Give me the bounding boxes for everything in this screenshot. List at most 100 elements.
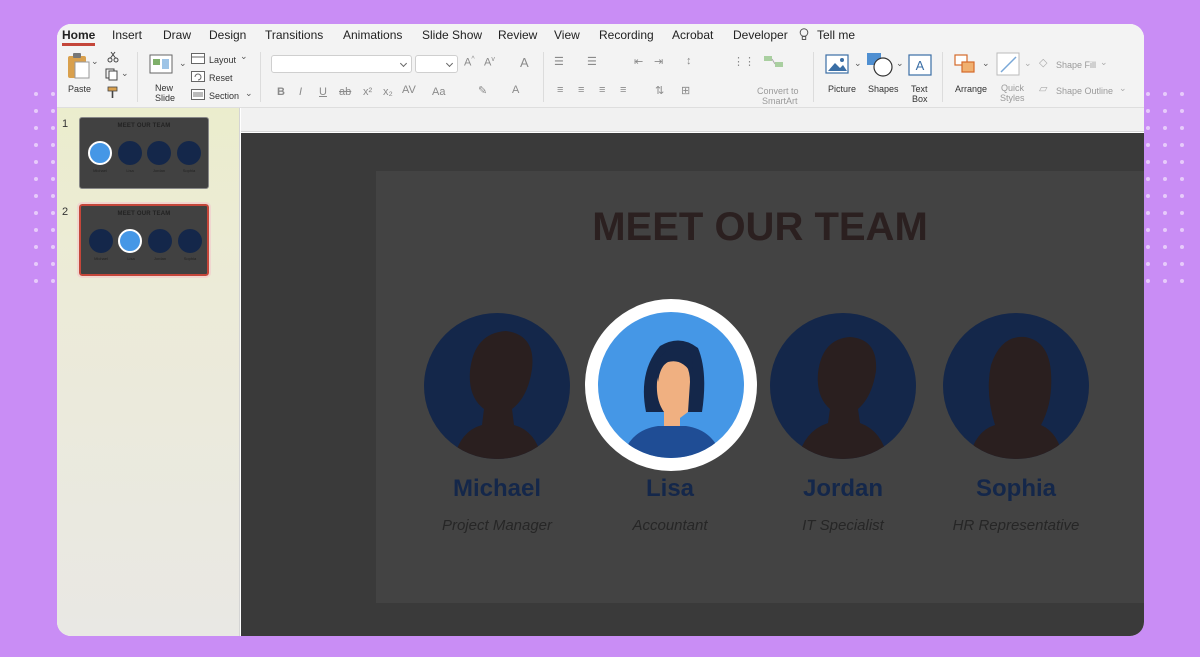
underline-icon[interactable]: U: [319, 86, 327, 98]
member-role: Accountant: [632, 517, 708, 534]
ribbon-tab-bar: Home Insert Draw Design Transitions Anim…: [57, 24, 1144, 46]
picture-label[interactable]: Picture: [828, 84, 856, 94]
font-name-select[interactable]: [271, 55, 412, 73]
font-size-select[interactable]: [415, 55, 458, 73]
strikethrough-icon[interactable]: ab: [339, 86, 351, 98]
chevron-down-icon[interactable]: ⌄: [982, 58, 990, 69]
change-case-icon[interactable]: Aa: [432, 86, 445, 98]
tab-recording[interactable]: Recording: [599, 28, 654, 42]
new-slide-label-1[interactable]: New: [155, 83, 173, 93]
chevron-down-icon[interactable]: ⌄: [854, 58, 862, 69]
arrange-icon[interactable]: [954, 54, 980, 78]
increase-indent-icon[interactable]: ⇥: [654, 55, 663, 68]
superscript-icon[interactable]: x²: [363, 86, 372, 98]
chevron-down-icon[interactable]: ⌄: [1024, 58, 1032, 69]
align-right-icon[interactable]: ≡: [599, 84, 605, 96]
person-silhouette-icon: [969, 336, 1063, 459]
shapes-icon[interactable]: [866, 52, 894, 78]
reset-icon[interactable]: [191, 71, 205, 82]
ribbon-separator: [260, 52, 261, 102]
align-text-icon[interactable]: ⊞: [681, 84, 690, 97]
chevron-down-icon[interactable]: ⌄: [240, 51, 248, 62]
slide-title[interactable]: MEET OUR TEAM: [376, 205, 1144, 250]
format-painter-icon[interactable]: [106, 86, 119, 99]
decrease-font-size-icon[interactable]: Av: [484, 56, 495, 69]
new-slide-icon[interactable]: [149, 52, 175, 76]
columns-icon[interactable]: ⋮⋮: [733, 55, 755, 68]
shapes-label[interactable]: Shapes: [868, 84, 899, 94]
layout-button[interactable]: Layout: [209, 55, 236, 65]
chevron-down-icon[interactable]: ⌄: [245, 88, 253, 99]
quick-styles-icon[interactable]: [996, 52, 1022, 78]
convert-smartart-label-1[interactable]: Convert to: [757, 86, 799, 96]
section-icon[interactable]: [191, 89, 205, 100]
shape-fill-icon[interactable]: ◇: [1039, 56, 1047, 69]
line-spacing-icon[interactable]: ↕: [686, 55, 692, 67]
ribbon-toolbar: ⌄ Paste ⌄ ⌄ New Slide Layout ⌄ Reset Sec…: [57, 46, 1144, 108]
italic-icon[interactable]: I: [299, 86, 302, 98]
cut-icon[interactable]: [107, 51, 119, 63]
align-left-icon[interactable]: ≡: [557, 84, 563, 96]
tab-draw[interactable]: Draw: [163, 28, 191, 42]
shape-outline-icon[interactable]: ▱: [1039, 82, 1047, 95]
bold-icon[interactable]: B: [277, 86, 285, 98]
numbering-icon[interactable]: ☰: [587, 55, 597, 68]
chevron-down-icon[interactable]: ⌄: [91, 56, 99, 67]
shape-outline-button[interactable]: Shape Outline: [1056, 86, 1113, 96]
clear-formatting-icon[interactable]: A: [520, 55, 529, 70]
font-color-icon[interactable]: A: [512, 84, 519, 96]
person-illustration-icon: [622, 340, 722, 458]
tab-review[interactable]: Review: [498, 28, 537, 42]
picture-icon[interactable]: [825, 54, 851, 76]
text-direction-icon[interactable]: ⇅: [655, 84, 664, 97]
quick-styles-label-2[interactable]: Styles: [1000, 93, 1025, 103]
character-spacing-icon[interactable]: AV: [402, 84, 416, 96]
highlight-icon[interactable]: ✎: [478, 84, 487, 97]
tab-slide-show[interactable]: Slide Show: [422, 28, 482, 42]
quick-styles-label-1[interactable]: Quick: [1001, 83, 1024, 93]
text-box-icon[interactable]: A: [908, 54, 932, 76]
slide-thumbnail-1[interactable]: MEET OUR TEAM Michael Lisa Jordan Sophia: [79, 117, 209, 189]
text-box-label-1[interactable]: Text: [911, 84, 928, 94]
tab-design[interactable]: Design: [209, 28, 246, 42]
avatar: [770, 313, 916, 459]
slide[interactable]: MEET OUR TEAM Michael Project Manager Li…: [376, 171, 1144, 603]
arrange-label[interactable]: Arrange: [955, 84, 987, 94]
tab-acrobat[interactable]: Acrobat: [672, 28, 713, 42]
increase-font-size-icon[interactable]: A^: [464, 56, 475, 69]
chevron-down-icon[interactable]: ⌄: [121, 68, 129, 79]
chevron-down-icon[interactable]: ⌄: [179, 58, 187, 69]
convert-smartart-label-2[interactable]: SmartArt: [762, 96, 798, 106]
align-center-icon[interactable]: ≡: [578, 84, 584, 96]
ruler: [241, 108, 1144, 132]
tab-tell-me[interactable]: Tell me: [817, 28, 855, 42]
paste-label[interactable]: Paste: [68, 84, 91, 94]
tab-transitions[interactable]: Transitions: [265, 28, 323, 42]
bullets-icon[interactable]: ☰: [554, 55, 564, 68]
new-slide-label-2[interactable]: Slide: [155, 93, 175, 103]
chevron-down-icon[interactable]: ⌄: [1100, 57, 1108, 68]
layout-icon[interactable]: [191, 53, 205, 64]
tab-insert[interactable]: Insert: [112, 28, 142, 42]
tab-view[interactable]: View: [554, 28, 580, 42]
svg-text:A: A: [916, 58, 925, 73]
reset-button[interactable]: Reset: [209, 73, 233, 83]
thumbnail-avatar: [89, 229, 113, 253]
chevron-down-icon[interactable]: ⌄: [1119, 83, 1127, 94]
decrease-indent-icon[interactable]: ⇤: [634, 55, 643, 68]
slide-number: 2: [62, 206, 69, 218]
chevron-down-icon[interactable]: ⌄: [896, 58, 904, 69]
smartart-icon[interactable]: [763, 54, 785, 72]
subscript-icon[interactable]: x₂: [383, 86, 393, 98]
justify-icon[interactable]: ≡: [620, 84, 626, 96]
section-button[interactable]: Section: [209, 91, 239, 101]
paste-icon[interactable]: [66, 52, 92, 80]
copy-icon[interactable]: [105, 68, 119, 81]
tab-home[interactable]: Home: [62, 28, 96, 46]
tab-animations[interactable]: Animations: [343, 28, 402, 42]
thumbnail-avatar: [178, 229, 202, 253]
text-box-label-2[interactable]: Box: [912, 94, 928, 104]
slide-thumbnail-2[interactable]: MEET OUR TEAM Michael Lisa Jordan Sophia: [77, 202, 211, 278]
shape-fill-button[interactable]: Shape Fill: [1056, 60, 1096, 70]
tab-developer[interactable]: Developer: [733, 28, 788, 42]
